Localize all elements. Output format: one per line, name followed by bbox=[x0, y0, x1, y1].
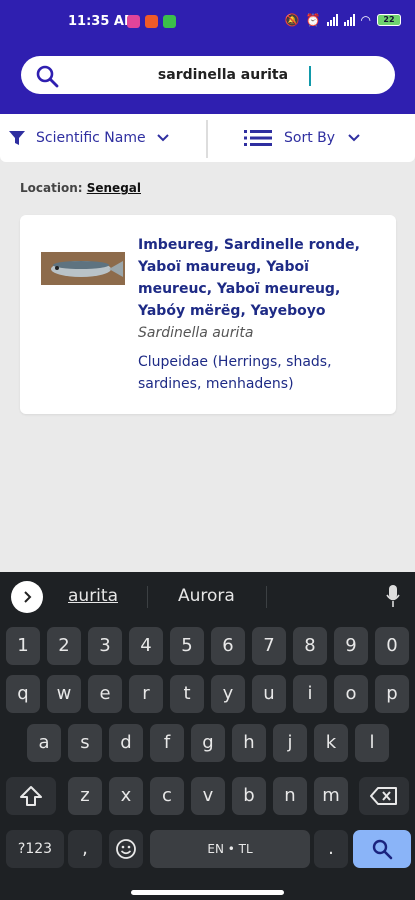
mute-icon: 🔕 bbox=[284, 13, 300, 27]
key-g[interactable]: g bbox=[191, 724, 225, 762]
divider bbox=[266, 586, 267, 608]
battery-icon: 22 bbox=[377, 14, 401, 26]
key-t[interactable]: t bbox=[170, 675, 204, 713]
chevron-down-icon bbox=[348, 134, 360, 142]
filter-bar: Scientific Name Sort By bbox=[0, 114, 415, 162]
key-u[interactable]: u bbox=[252, 675, 286, 713]
key-5[interactable]: 5 bbox=[170, 627, 204, 665]
search-icon bbox=[372, 839, 393, 860]
shift-key[interactable] bbox=[6, 777, 56, 815]
key-m[interactable]: m bbox=[314, 777, 348, 815]
fish-thumbnail bbox=[41, 252, 125, 285]
backspace-icon bbox=[370, 787, 397, 805]
species-result-card[interactable]: Imbeureg, Sardinelle ronde, Yaboï maureu… bbox=[20, 215, 396, 414]
header bbox=[0, 42, 415, 114]
app-icon bbox=[145, 15, 158, 28]
filter-icon bbox=[9, 131, 25, 145]
scientific-name-filter[interactable]: Scientific Name bbox=[8, 114, 170, 162]
chevron-down-icon bbox=[156, 134, 169, 142]
key-f[interactable]: f bbox=[150, 724, 184, 762]
key-x[interactable]: x bbox=[109, 777, 143, 815]
text-caret bbox=[309, 66, 311, 86]
navigation-handle[interactable] bbox=[131, 890, 284, 895]
key-c[interactable]: c bbox=[150, 777, 184, 815]
messenger-icon bbox=[127, 15, 140, 28]
key-q[interactable]: q bbox=[6, 675, 40, 713]
comma-key[interactable]: , bbox=[68, 830, 102, 868]
filter-label: Scientific Name bbox=[36, 130, 146, 146]
period-key[interactable]: . bbox=[314, 830, 348, 868]
key-2[interactable]: 2 bbox=[47, 627, 81, 665]
notification-icons bbox=[127, 15, 176, 28]
key-y[interactable]: y bbox=[211, 675, 245, 713]
sort-label: Sort By bbox=[284, 130, 336, 146]
mic-icon[interactable] bbox=[386, 584, 400, 608]
suggestion-bar: aurita Aurora bbox=[0, 572, 415, 622]
signal-icon bbox=[343, 14, 355, 26]
alarm-icon: ⏰ bbox=[305, 13, 321, 27]
search-box[interactable] bbox=[21, 56, 395, 94]
divider bbox=[147, 586, 148, 608]
key-i[interactable]: i bbox=[293, 675, 327, 713]
status-bar: 11:35 AM 🔕 ⏰ ◠ 22 bbox=[0, 0, 415, 42]
search-input[interactable] bbox=[71, 56, 375, 94]
key-r[interactable]: r bbox=[129, 675, 163, 713]
key-j[interactable]: j bbox=[273, 724, 307, 762]
app-icon bbox=[163, 15, 176, 28]
key-w[interactable]: w bbox=[47, 675, 81, 713]
shift-icon bbox=[20, 786, 42, 806]
location-label: Location: bbox=[20, 181, 83, 195]
key-0[interactable]: 0 bbox=[375, 627, 409, 665]
key-o[interactable]: o bbox=[334, 675, 368, 713]
search-key[interactable] bbox=[353, 830, 411, 868]
key-p[interactable]: p bbox=[375, 675, 409, 713]
emoji-icon bbox=[116, 839, 136, 859]
key-z[interactable]: z bbox=[68, 777, 102, 815]
key-d[interactable]: d bbox=[109, 724, 143, 762]
key-1[interactable]: 1 bbox=[6, 627, 40, 665]
key-s[interactable]: s bbox=[68, 724, 102, 762]
list-icon bbox=[244, 130, 272, 146]
key-e[interactable]: e bbox=[88, 675, 122, 713]
system-icons: 🔕 ⏰ ◠ 22 bbox=[285, 13, 401, 27]
wifi-icon: ◠ bbox=[360, 13, 371, 27]
family-name: Clupeidae (Herrings, shads, sardines, me… bbox=[138, 354, 332, 392]
key-k[interactable]: k bbox=[314, 724, 348, 762]
common-names: Imbeureg, Sardinelle ronde, Yaboï maureu… bbox=[138, 237, 360, 319]
location-value[interactable]: Senegal bbox=[87, 181, 141, 195]
key-n[interactable]: n bbox=[273, 777, 307, 815]
key-l[interactable]: l bbox=[355, 724, 389, 762]
space-key[interactable]: EN • TL bbox=[150, 830, 310, 868]
soft-keyboard: aurita Aurora 1 2 3 4 5 6 7 8 9 0 q w e … bbox=[0, 572, 415, 900]
signal-icon bbox=[326, 14, 338, 26]
key-8[interactable]: 8 bbox=[293, 627, 327, 665]
suggestion-2[interactable]: Aurora bbox=[178, 586, 235, 606]
emoji-key[interactable] bbox=[109, 830, 143, 868]
key-v[interactable]: v bbox=[191, 777, 225, 815]
symbols-key[interactable]: ?123 bbox=[6, 830, 64, 868]
search-icon[interactable] bbox=[35, 64, 59, 88]
key-h[interactable]: h bbox=[232, 724, 266, 762]
divider bbox=[206, 120, 208, 158]
key-3[interactable]: 3 bbox=[88, 627, 122, 665]
sort-by-dropdown[interactable]: Sort By bbox=[244, 114, 361, 162]
key-a[interactable]: a bbox=[27, 724, 61, 762]
key-9[interactable]: 9 bbox=[334, 627, 368, 665]
key-4[interactable]: 4 bbox=[129, 627, 163, 665]
backspace-key[interactable] bbox=[359, 777, 409, 815]
suggestion-1[interactable]: aurita bbox=[68, 586, 118, 606]
key-b[interactable]: b bbox=[232, 777, 266, 815]
key-7[interactable]: 7 bbox=[252, 627, 286, 665]
location-line: Location: Senegal bbox=[20, 181, 141, 195]
scientific-name: Sardinella aurita bbox=[138, 325, 254, 341]
chevron-right-icon[interactable] bbox=[11, 581, 43, 613]
key-6[interactable]: 6 bbox=[211, 627, 245, 665]
